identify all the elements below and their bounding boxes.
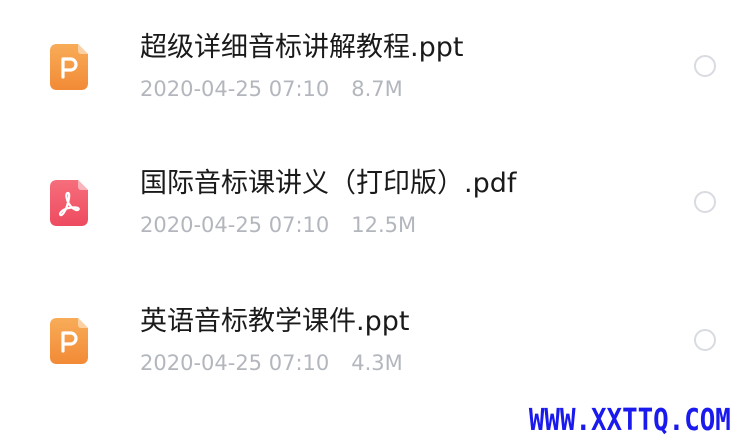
watermark: WWW.XXTTQ.COM <box>529 403 731 438</box>
file-size: 8.7M <box>351 77 403 101</box>
file-meta: 2020-04-25 07:10 8.7M <box>140 74 403 104</box>
file-name: 超级详细音标讲解教程.ppt <box>140 32 464 63</box>
file-name: 国际音标课讲义（打印版）.pdf <box>140 168 517 199</box>
file-row[interactable]: 英语音标教学课件.ppt 2020-04-25 07:10 4.3M <box>0 286 737 396</box>
file-date: 2020-04-25 07:10 <box>140 351 330 375</box>
file-list: 超级详细音标讲解教程.ppt 2020-04-25 07:10 8.7M 国际音标… <box>0 0 737 442</box>
ppt-file-icon <box>50 44 88 90</box>
select-radio[interactable] <box>694 191 716 213</box>
file-row[interactable]: 国际音标课讲义（打印版）.pdf 2020-04-25 07:10 12.5M <box>0 148 737 258</box>
file-size: 4.3M <box>351 351 403 375</box>
file-meta: 2020-04-25 07:10 4.3M <box>140 348 403 378</box>
ppt-file-icon <box>50 318 88 364</box>
file-date: 2020-04-25 07:10 <box>140 213 330 237</box>
select-radio[interactable] <box>694 329 716 351</box>
file-size: 12.5M <box>351 213 417 237</box>
select-radio[interactable] <box>694 55 716 77</box>
file-name: 英语音标教学课件.ppt <box>140 306 410 337</box>
file-date: 2020-04-25 07:10 <box>140 77 330 101</box>
file-meta: 2020-04-25 07:10 12.5M <box>140 210 416 240</box>
pdf-file-icon <box>50 180 88 226</box>
file-row[interactable]: 超级详细音标讲解教程.ppt 2020-04-25 07:10 8.7M <box>0 12 737 122</box>
